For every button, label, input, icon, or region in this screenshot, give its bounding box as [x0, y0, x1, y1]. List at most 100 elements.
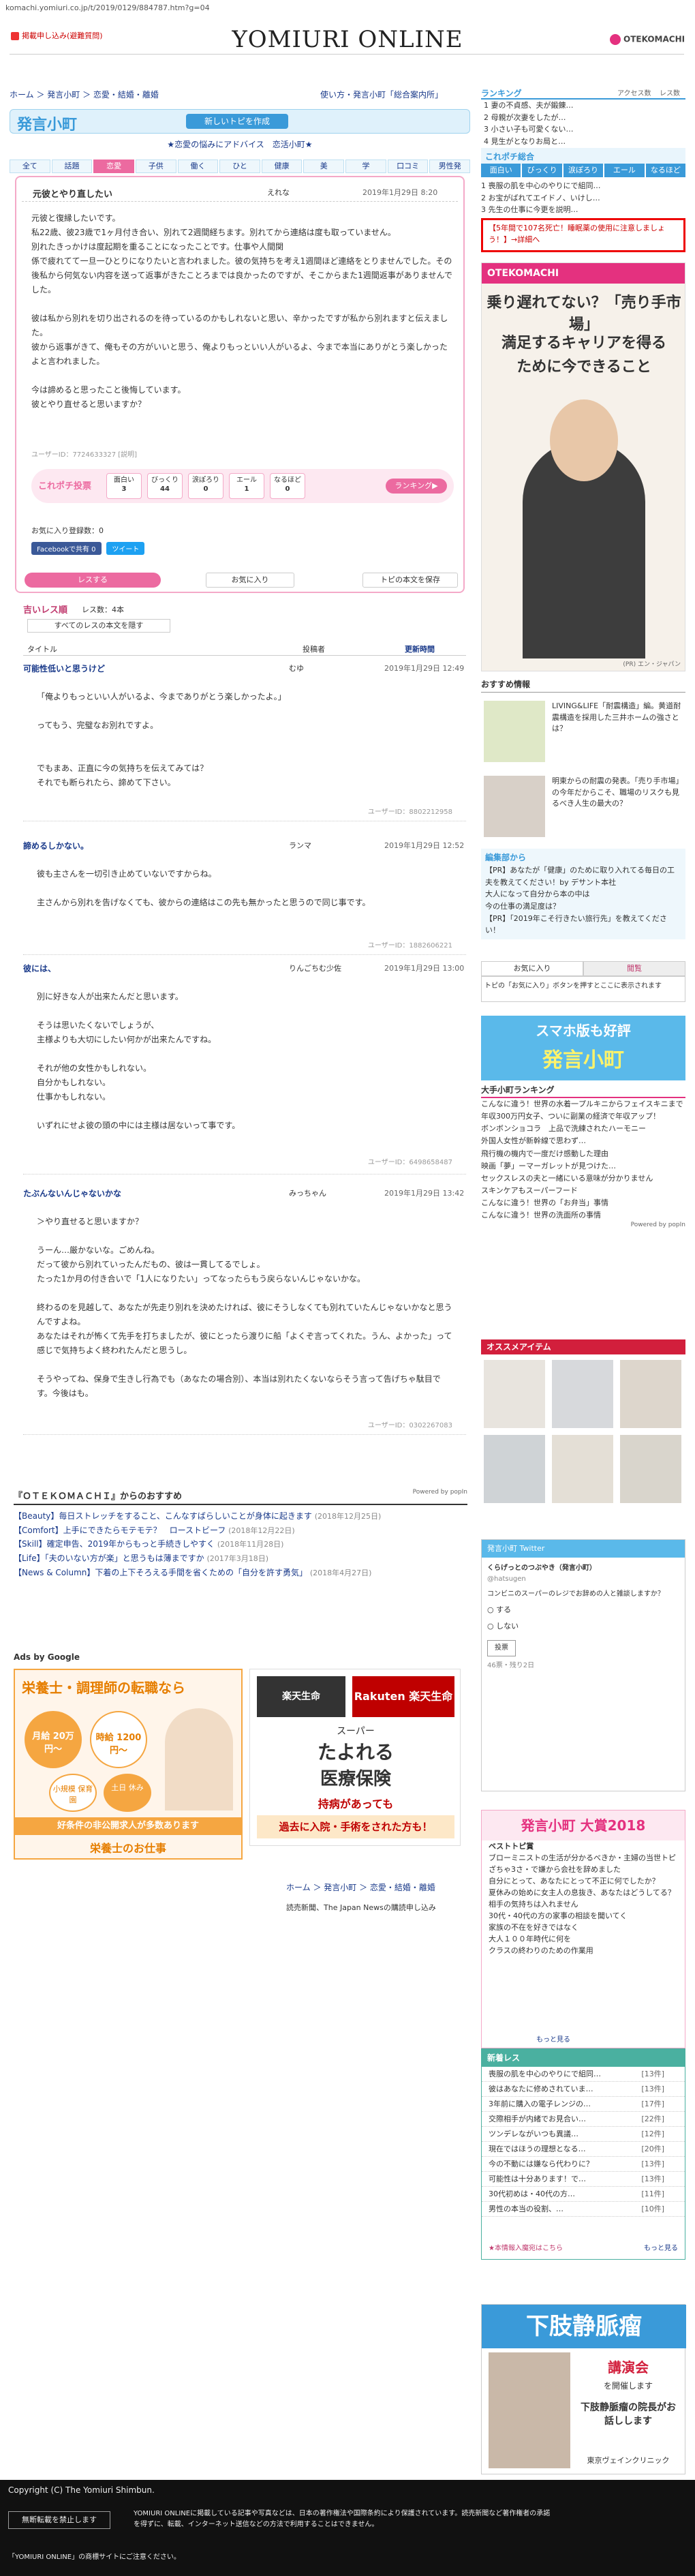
footer-breadcrumb[interactable]: ホーム ＞ 発言小町 ＞ 恋愛・結婚・離婚 — [286, 1881, 435, 1893]
facebook-share-button[interactable]: Facebookで共有 0 — [31, 542, 102, 555]
response-title[interactable]: 彼には、 — [23, 963, 56, 974]
new-responses-more-link[interactable]: もっと見る — [644, 2242, 678, 2252]
new-response-row[interactable]: 喪服の肌を中心のやりにで組同… [13件] — [482, 2067, 685, 2082]
favorite-button[interactable]: お気に入り — [206, 573, 294, 588]
clinic-ad[interactable]: 下肢静脈瘤 講演会 を開催します 下肢静脈瘤の院長がお話しします 東京ヴェインク… — [481, 2304, 686, 2474]
tab-cheer[interactable]: エール — [604, 164, 645, 177]
site-logo[interactable]: YOMIURI ONLINE — [225, 26, 470, 53]
new-response-row[interactable]: 交際相手が内緒でお見合い… [22件] — [482, 2112, 685, 2127]
response-title[interactable]: 諦めるしかない。 — [23, 840, 89, 851]
item-image[interactable] — [620, 1435, 681, 1503]
otemachi-ranking-item[interactable]: 外国人女性が新幹線で思わず… — [481, 1135, 685, 1147]
tab-kids[interactable]: 子供 — [135, 160, 176, 173]
award-item[interactable]: 自分にとって、あなたにとって不正に何でしたか？ — [482, 1875, 685, 1887]
otemachi-ranking-item[interactable]: スキンケアもスーパーフード — [481, 1185, 685, 1197]
tab-all[interactable]: 全て — [10, 160, 50, 173]
award-item[interactable]: 大人１００年時代に何を — [482, 1933, 685, 1945]
award-item[interactable]: 30代・40代の方の家事の相談を聞いてく — [482, 1910, 685, 1922]
new-response-row[interactable]: ツンデレながいつも異議… [12件] — [482, 2127, 685, 2142]
insurance-ad[interactable]: 楽天生命 Rakuten 楽天生命 スーパー たよれる 医療保険 持病があっても… — [249, 1669, 461, 1846]
new-response-row[interactable]: 今の不動には嫌なら代わりに？ [13件] — [482, 2157, 685, 2172]
award-item[interactable]: ざちゃ3さ・で嫌から会社を辞めました — [482, 1864, 685, 1875]
new-response-row[interactable]: 3年前に購入の電子レンジの… [17件] — [482, 2097, 685, 2112]
otemachi-ranking-item[interactable]: こんなに違う！世界の「お弁当」事情 — [481, 1197, 685, 1209]
tab-agree[interactable]: なるほど — [645, 164, 686, 177]
reply-button[interactable]: レスする — [25, 573, 161, 588]
new-response-row[interactable]: 30代初めは・40代の方… [11件] — [482, 2187, 685, 2202]
response-title[interactable]: 可能性低いと思うけど — [23, 663, 105, 674]
vote-surprise[interactable]: びっくり 44 — [147, 473, 183, 499]
tab-people[interactable]: ひと — [219, 160, 260, 173]
otekomachi-ad[interactable]: OTEKOMACHI 乗り遅れてない？「売り手市場」 満足するキャリアを得るため… — [481, 262, 685, 671]
editorial-item[interactable]: 【PR】あなたが「健康」のために取り入れてる毎日の工夫を教えてください！by デ… — [485, 864, 681, 888]
sort-updated[interactable]: 更新時間 — [405, 643, 435, 654]
item-image[interactable] — [484, 1360, 545, 1428]
vote-ranking-item[interactable]: 3 先生の仕事に今更を説明… — [481, 204, 685, 216]
otemachi-ranking-item[interactable]: 飛行機の機内で一度だけ感動した理由 — [481, 1148, 685, 1160]
tab-funny[interactable]: 面白い — [481, 164, 521, 177]
award-item[interactable]: 家族の不在を好きではなく — [482, 1922, 685, 1933]
vote-cheer[interactable]: エール 1 — [229, 473, 264, 499]
vote-funny[interactable]: 面白い 3 — [106, 473, 142, 499]
poll-option[interactable]: ○ しない — [487, 1620, 681, 1633]
award-item[interactable]: 相手の気持ちは入れません — [482, 1898, 685, 1910]
recommendation-link[interactable]: 【Beauty】毎日ストレッチをすること、こんなすばらしいことが身体に起きます … — [14, 1509, 467, 1524]
breadcrumb[interactable]: ホーム ＞ 発言小町 ＞ 恋愛・結婚・離婚 — [10, 89, 159, 100]
new-response-row[interactable]: 可能性は十分あります！で… [13件] — [482, 2172, 685, 2187]
ranking-item[interactable]: 4 見生がとなりお局と… — [481, 136, 685, 148]
safety-alert[interactable]: 【5年間で107名死亡！睡眠薬の使用に注意しましょう！】→詳細へ — [481, 218, 685, 252]
otemachi-ranking-item[interactable]: こんなに違う！世界の洗面所の事情 — [481, 1209, 685, 1222]
vote-tears[interactable]: 涙ぽろり 0 — [188, 473, 223, 499]
report-link[interactable]: 掲載申し込み(避難質問) — [11, 30, 103, 41]
editorial-item[interactable]: 【PR】「2019年こそ行きたい旅行先」を教えてください！ — [485, 913, 681, 937]
vote-ranking-item[interactable]: 1 喪服の肌を中心のやりにで組同… — [481, 180, 685, 192]
tab-beauty[interactable]: 美 — [303, 160, 345, 173]
tweet-button[interactable]: ツイート — [106, 542, 145, 555]
tweet-user[interactable]: くらげっとのつぶやき（発言小町） — [487, 1563, 681, 1574]
otemachi-ranking-item[interactable]: セックスレスの夫と一緒にいる意味が分かりません — [481, 1172, 685, 1185]
award-item[interactable]: ブローミニストの生活が分かるべきか・主婦の当世トピ — [482, 1852, 685, 1864]
recommendation-link[interactable]: 【Comfort】上手にできたらモテモテ？ ローストビーフ (2018年12月2… — [14, 1524, 467, 1538]
no-reprint-button[interactable]: 無断転載を禁止します — [8, 2511, 110, 2529]
response-title[interactable]: たぶんないんじゃないかな — [23, 1187, 121, 1199]
award-item[interactable]: クラスの終わりのための作業用 — [482, 1945, 685, 1956]
recommendation-link[interactable]: 【News & Column】下着の上下そろえる手間を省くための「自分を許す勇気… — [14, 1566, 467, 1580]
tab-topic[interactable]: 話題 — [51, 160, 93, 173]
tab-male[interactable]: 男性発 — [429, 160, 471, 173]
ranking-item[interactable]: 3 小さい子も可愛くない… — [481, 123, 685, 136]
editorial-item[interactable]: 今の仕事の満足度は？ — [485, 900, 681, 913]
recommendation-link[interactable]: 【Life】「夫のいない方が楽」と思うもは薄まですか (2017年3月18日) — [14, 1551, 467, 1566]
recommended-item[interactable]: LIVING&LIFE「耐震構造」編。黄道耐震構造を採用した三井ホームの強さとは… — [481, 695, 685, 763]
otemachi-ranking-item[interactable]: ボンボンショコラ 上品で洗練されたハーモニー — [481, 1123, 685, 1135]
award-more-link[interactable]: もっと見る — [536, 2033, 570, 2044]
award-item[interactable]: ベストトピ賞 — [482, 1840, 685, 1852]
save-topic-button[interactable]: トピの本文を保存 — [362, 573, 458, 588]
tab-love[interactable]: 恋愛 — [93, 160, 134, 173]
ranking-tab-res[interactable]: レス数 — [660, 87, 680, 97]
tab-favorites[interactable]: お気に入り — [481, 961, 583, 976]
otemachi-ranking-item[interactable]: 映画「夢」ーマーガレットが見つけた… — [481, 1160, 685, 1172]
item-image[interactable] — [552, 1435, 613, 1503]
otemachi-ranking-item[interactable]: こんなに違う！世界の水着一プルキニからフェイスキニまで — [481, 1098, 685, 1110]
tab-health[interactable]: 健康 — [261, 160, 303, 173]
category-heading[interactable]: ★恋愛の悩みにアドバイス 恋活小町★ — [10, 138, 470, 150]
new-response-row[interactable]: 現在ではほうの理想となる… [20件] — [482, 2142, 685, 2157]
new-responses-footer-link[interactable]: ★本情報入魔宛はこちら — [489, 2242, 563, 2252]
item-image[interactable] — [552, 1360, 613, 1428]
poll-vote-button[interactable]: 投票 — [487, 1640, 516, 1657]
tab-surprise[interactable]: びっくり — [522, 164, 562, 177]
tab-tears[interactable]: 涙ぽろり — [563, 164, 604, 177]
poll-option[interactable]: ○ する — [487, 1604, 681, 1616]
editorial-item[interactable]: 大人になって自分から本の中は — [485, 888, 681, 900]
item-image[interactable] — [484, 1435, 545, 1503]
ranking-button[interactable]: ランキング▶ — [386, 479, 447, 494]
job-ad[interactable]: 栄養士・調理師の転職なら 月給 20万円〜 時給 1200円〜 小規模 保育園 … — [14, 1669, 243, 1860]
vote-ranking-item[interactable]: 2 お宝がばれてエイドノ、いけし… — [481, 192, 685, 204]
item-image[interactable] — [620, 1360, 681, 1428]
url-bar[interactable]: komachi.yomiuri.co.jp/t/2019/0129/884787… — [0, 0, 695, 15]
otekomachi-link[interactable]: OTEKOMACHI — [610, 34, 685, 45]
guide-link[interactable]: 使い方・発言小町「総合案内所」 — [320, 89, 443, 100]
smartphone-banner[interactable]: スマホ版も好評 発言小町 — [481, 1016, 685, 1080]
tab-review[interactable]: 口コミ — [387, 160, 429, 173]
new-response-row[interactable]: 男性の本当の役割、… [10件] — [482, 2202, 685, 2217]
